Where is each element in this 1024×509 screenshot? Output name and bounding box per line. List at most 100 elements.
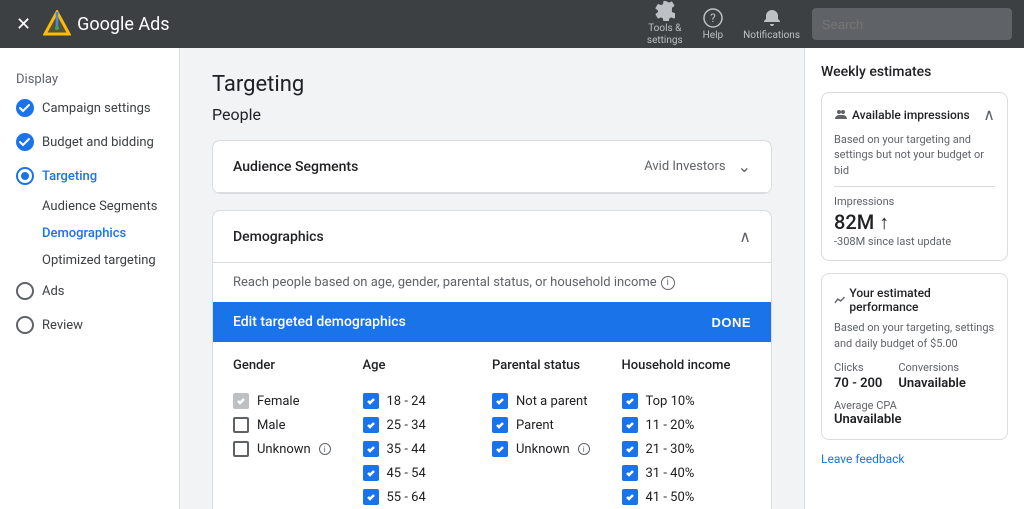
sidebar-label-campaign: Campaign settings bbox=[42, 101, 151, 116]
demographics-header[interactable]: Demographics ∧ bbox=[213, 211, 771, 263]
audience-segments-subtitle: Avid Investors bbox=[644, 159, 725, 174]
checkbox-55-64[interactable] bbox=[363, 489, 379, 505]
income-31-40[interactable]: 31 - 40% bbox=[622, 465, 736, 481]
audience-segments-label: Audience Segments bbox=[233, 159, 358, 175]
gender-header: Gender bbox=[233, 358, 347, 373]
parental-unknown[interactable]: Unknown i bbox=[492, 441, 606, 457]
edit-demographics-bar: Edit targeted demographics DONE bbox=[213, 302, 771, 342]
age-25-34[interactable]: 25 - 34 bbox=[363, 417, 477, 433]
sidebar-item-campaign-settings[interactable]: Campaign settings bbox=[0, 91, 179, 125]
done-button[interactable]: DONE bbox=[711, 315, 751, 330]
impressions-label: Available impressions bbox=[834, 108, 970, 122]
svg-text:?: ? bbox=[710, 11, 716, 25]
age-35-44[interactable]: 35 - 44 bbox=[363, 441, 477, 457]
household-income-header: Household income bbox=[622, 358, 736, 373]
gender-unknown[interactable]: Unknown i bbox=[233, 441, 347, 457]
main-content: Targeting People Audience Segments Avid … bbox=[180, 48, 804, 509]
clicks-value: 70 - 200 bbox=[834, 376, 882, 391]
page-title: Targeting bbox=[212, 72, 772, 97]
gender-column: Gender Female Male bbox=[233, 358, 363, 509]
gender-male[interactable]: Male bbox=[233, 417, 347, 433]
gender-female[interactable]: Female bbox=[233, 393, 347, 409]
audience-segments-header[interactable]: Audience Segments Avid Investors ⌄ bbox=[213, 141, 771, 193]
income-11-20[interactable]: 11 - 20% bbox=[622, 417, 736, 433]
sidebar-sub-demographics[interactable]: Demographics bbox=[0, 220, 179, 247]
checkbox-41-50[interactable] bbox=[622, 489, 638, 505]
impressions-card-header: Available impressions ∧ bbox=[834, 105, 995, 124]
sidebar-label-ads: Ads bbox=[42, 284, 65, 299]
income-41-50[interactable]: 41 - 50% bbox=[622, 489, 736, 505]
checkbox-11-20[interactable] bbox=[622, 417, 638, 433]
checkbox-18-24[interactable] bbox=[363, 393, 379, 409]
tools-settings-button[interactable]: Tools & settings bbox=[639, 0, 691, 51]
impressions-sub-label: Impressions bbox=[834, 195, 995, 208]
people-icon bbox=[834, 108, 848, 122]
parental-unknown-info-icon[interactable]: i bbox=[578, 443, 590, 455]
demographics-card: Demographics ∧ Reach people based on age… bbox=[212, 210, 772, 509]
conversions-label: Conversions bbox=[898, 361, 966, 374]
info-icon[interactable]: i bbox=[661, 276, 675, 290]
impressions-collapse-icon[interactable]: ∧ bbox=[983, 105, 995, 124]
circle-active-icon bbox=[16, 167, 34, 185]
age-45-54[interactable]: 45 - 54 bbox=[363, 465, 477, 481]
checkbox-45-54[interactable] bbox=[363, 465, 379, 481]
layout: Display Campaign settings Budget and bid… bbox=[0, 48, 1024, 509]
sidebar-item-review[interactable]: Review bbox=[0, 308, 179, 342]
sidebar-label-budget: Budget and bidding bbox=[42, 135, 154, 150]
display-label: Display bbox=[16, 72, 58, 87]
checkbox-21-30[interactable] bbox=[622, 441, 638, 457]
age-18-24[interactable]: 18 - 24 bbox=[363, 393, 477, 409]
sidebar-label-review: Review bbox=[42, 318, 83, 333]
checkbox-gender-unknown[interactable] bbox=[233, 441, 249, 457]
notifications-button[interactable]: Notifications bbox=[735, 4, 808, 45]
avg-cpa-label: Average CPA bbox=[834, 399, 995, 412]
performance-header: Your estimated performance bbox=[834, 286, 995, 314]
conversions-value: Unavailable bbox=[898, 376, 966, 391]
impressions-card: Available impressions ∧ Based on your ta… bbox=[821, 92, 1008, 261]
checkbox-parent[interactable] bbox=[492, 417, 508, 433]
clicks-label: Clicks bbox=[834, 361, 882, 374]
notifications-label: Notifications bbox=[743, 30, 800, 41]
impressions-value: 82M ↑ bbox=[834, 210, 995, 235]
gender-unknown-info-icon[interactable]: i bbox=[319, 443, 331, 455]
checkbox-31-40[interactable] bbox=[622, 465, 638, 481]
impressions-change: -308M since last update bbox=[834, 235, 995, 248]
parental-not-a-parent[interactable]: Not a parent bbox=[492, 393, 606, 409]
income-21-30[interactable]: 21 - 30% bbox=[622, 441, 736, 457]
close-icon[interactable]: ✕ bbox=[12, 10, 35, 39]
parental-parent[interactable]: Parent bbox=[492, 417, 606, 433]
age-column: Age 18 - 24 25 - 34 35 - 44 bbox=[363, 358, 493, 509]
checkbox-top-10[interactable] bbox=[622, 393, 638, 409]
chevron-up-icon: ∧ bbox=[739, 227, 751, 246]
sidebar-item-targeting[interactable]: Targeting bbox=[0, 159, 179, 193]
sidebar-item-budget-bidding[interactable]: Budget and bidding bbox=[0, 125, 179, 159]
avg-cpa-metric: Average CPA Unavailable bbox=[834, 399, 995, 427]
checkbox-male[interactable] bbox=[233, 417, 249, 433]
checkbox-25-34[interactable] bbox=[363, 417, 379, 433]
audience-segments-card: Audience Segments Avid Investors ⌄ bbox=[212, 140, 772, 194]
clicks-metric: Clicks 70 - 200 bbox=[834, 361, 882, 391]
checkbox-female[interactable] bbox=[233, 393, 249, 409]
circle-icon-ads bbox=[16, 282, 34, 300]
checkbox-35-44[interactable] bbox=[363, 441, 379, 457]
topbar-actions: Tools & settings ? Help Notifications bbox=[639, 0, 1012, 51]
checkbox-parental-unknown[interactable] bbox=[492, 441, 508, 457]
feedback-link[interactable]: Leave feedback bbox=[821, 452, 905, 466]
age-55-64[interactable]: 55 - 64 bbox=[363, 489, 477, 505]
check-icon bbox=[16, 99, 34, 117]
sidebar-item-ads[interactable]: Ads bbox=[0, 274, 179, 308]
impressions-description: Based on your targeting and settings but… bbox=[834, 132, 995, 178]
circle-icon-review bbox=[16, 316, 34, 334]
help-button[interactable]: ? Help bbox=[695, 4, 731, 45]
parental-status-header: Parental status bbox=[492, 358, 606, 373]
performance-label: Your estimated performance bbox=[849, 286, 995, 314]
parental-status-column: Parental status Not a parent Parent Unkn… bbox=[492, 358, 622, 509]
checkbox-not-a-parent[interactable] bbox=[492, 393, 508, 409]
search-input[interactable] bbox=[812, 8, 1012, 40]
sidebar-label-targeting: Targeting bbox=[42, 169, 97, 184]
age-header: Age bbox=[363, 358, 477, 373]
sidebar-sub-audience[interactable]: Audience Segments bbox=[0, 193, 179, 220]
sidebar-sub-optimized[interactable]: Optimized targeting bbox=[0, 247, 179, 274]
income-top-10[interactable]: Top 10% bbox=[622, 393, 736, 409]
edit-bar-label: Edit targeted demographics bbox=[233, 314, 406, 330]
